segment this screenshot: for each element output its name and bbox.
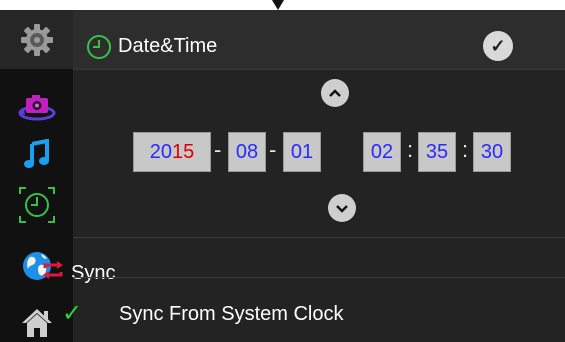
divider — [73, 237, 565, 238]
sidebar-item-settings[interactable] — [0, 10, 73, 69]
minute-field[interactable]: 35 — [418, 132, 456, 172]
music-note-icon — [23, 139, 49, 168]
year-field[interactable]: 20 15 — [133, 132, 211, 172]
increment-button[interactable] — [321, 79, 349, 107]
sync-section-title: Sync — [71, 262, 116, 284]
divider — [73, 277, 565, 278]
sidebar-item-camera[interactable] — [0, 88, 73, 128]
dropdown-arrow-icon — [272, 0, 284, 10]
main-panel: Date&Time ✓ 2015 - 08 - 01 02 : 35 : 30 — [43, 10, 565, 342]
camera-rotate-icon — [18, 95, 55, 121]
check-icon: ✓ — [62, 300, 83, 327]
clock-icon — [87, 35, 111, 59]
month-field[interactable]: 08 — [228, 132, 266, 172]
sync-option-label: Sync From System Clock — [119, 303, 344, 325]
clock-focus-icon — [18, 187, 55, 223]
sync-icon — [43, 261, 63, 279]
settings-window: Date&Time ✓ 2015 - 08 - 01 02 : 35 : 30 — [0, 10, 565, 342]
time-separator: : — [407, 137, 414, 162]
date-separator: - — [269, 137, 277, 162]
datetime-header: Date&Time ✓ — [73, 10, 565, 70]
second-field[interactable]: 30 — [473, 132, 511, 172]
sidebar-item-music[interactable] — [0, 134, 73, 174]
confirm-button[interactable]: ✓ — [483, 31, 513, 61]
time-separator: : — [462, 137, 469, 162]
year-prefix: 20 — [149, 140, 172, 163]
gear-icon — [20, 23, 53, 56]
date-separator: - — [214, 137, 222, 162]
sidebar — [0, 10, 73, 342]
page-title: Date&Time — [118, 35, 218, 57]
decrement-button[interactable] — [328, 194, 356, 222]
home-icon — [21, 309, 52, 337]
chevron-down-icon — [336, 205, 348, 213]
day-field[interactable]: 01 — [283, 132, 321, 172]
chevron-up-icon — [329, 89, 341, 97]
hour-field[interactable]: 02 — [363, 132, 401, 172]
checkmark-icon: ✓ — [490, 35, 506, 56]
sidebar-item-datetime[interactable] — [0, 182, 73, 228]
year-suffix: 15 — [172, 140, 195, 163]
